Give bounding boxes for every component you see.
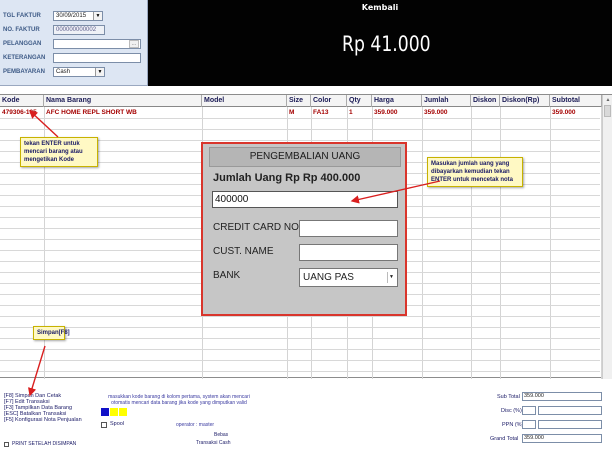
col-header-model[interactable]: Model: [202, 95, 287, 107]
spool-label: Spool: [110, 421, 125, 427]
tgl-faktur-row: TGL FAKTUR 30/09/2015 ▼: [3, 10, 103, 22]
pembayaran-value: Cash: [56, 69, 71, 75]
pembayaran-row: PEMBAYARAN Cash ▼: [3, 66, 105, 78]
amount-input[interactable]: 400000: [212, 191, 398, 208]
cell-model[interactable]: [202, 107, 287, 118]
pembayaran-label: PEMBAYARAN: [3, 69, 45, 75]
enter-hint-note: tekan ENTER untuk mencari barang atau me…: [20, 137, 98, 167]
yellow-color-swatch: [110, 408, 118, 416]
input-hint-text: masukkan kode barang di kolom pertama, s…: [108, 394, 250, 406]
bank-select[interactable]: UANG PAS ▼: [299, 268, 398, 287]
no-faktur-row: NO. FAKTUR 000000000002: [3, 24, 105, 36]
chevron-down-icon[interactable]: ▼: [93, 12, 102, 20]
print-checkbox[interactable]: [4, 442, 9, 447]
grid-header: Kode Nama Barang Model Size Color Qty Ha…: [0, 95, 612, 107]
grid-row-line: [0, 316, 600, 317]
disc-label: Disc (%): [501, 408, 522, 414]
no-faktur-value: 000000000002: [56, 27, 97, 33]
footer-panel: [F8] Simpan Dan Cetak [F7] Edit Transaks…: [0, 380, 612, 449]
disc-percent-field[interactable]: [522, 406, 536, 415]
scroll-thumb[interactable]: [604, 105, 611, 117]
col-header-color[interactable]: Color: [311, 95, 347, 107]
pelanggan-lookup-button[interactable]: ...: [129, 40, 139, 48]
col-header-jumlah[interactable]: Jumlah: [422, 95, 471, 107]
keterangan-row: KETERANGAN: [3, 52, 141, 64]
col-header-diskon-rp[interactable]: Diskon(Rp): [500, 95, 550, 107]
keterangan-label: KETERANGAN: [3, 55, 46, 61]
yellow-color-swatch: [119, 408, 127, 416]
credit-card-input[interactable]: [299, 220, 398, 237]
cell-diskon[interactable]: [471, 107, 500, 118]
grid-scrollbar[interactable]: ▲: [602, 95, 612, 379]
cell-harga[interactable]: 359.000: [372, 107, 422, 118]
ppn-percent-field[interactable]: [522, 420, 536, 429]
cell-color[interactable]: FA13: [311, 107, 347, 118]
cust-name-input[interactable]: [299, 244, 398, 261]
dialog-title: PENGEMBALIAN UANG: [209, 147, 401, 167]
tgl-faktur-value: 30/09/2015: [56, 13, 87, 19]
bank-label: BANK: [213, 270, 241, 281]
grid-row-line: [0, 338, 600, 339]
chevron-down-icon[interactable]: ▼: [95, 68, 104, 76]
col-header-kode[interactable]: Kode: [0, 95, 44, 107]
pelanggan-field[interactable]: ...: [53, 39, 141, 49]
cell-diskon-rp[interactable]: [500, 107, 550, 118]
invoice-form-panel: TGL FAKTUR 30/09/2015 ▼ NO. FAKTUR 00000…: [0, 0, 148, 86]
keterangan-field[interactable]: [53, 53, 141, 63]
cell-kode[interactable]: 479306-105: [0, 107, 44, 118]
grid-row-line: [0, 327, 600, 328]
refund-dialog: PENGEMBALIAN UANG Jumlah Uang Rp Rp 400.…: [201, 142, 407, 316]
cell-qty[interactable]: 1: [347, 107, 372, 118]
bebas-label: Bebas: [214, 432, 229, 438]
col-header-qty[interactable]: Qty: [347, 95, 372, 107]
ppn-label: PPN (%): [502, 422, 524, 428]
col-header-subtotal[interactable]: Subtotal: [550, 95, 602, 107]
blue-color-swatch: [101, 408, 109, 416]
grid-row-line: [0, 349, 600, 350]
cell-subtotal[interactable]: 359.000: [550, 107, 602, 118]
col-header-nama-barang[interactable]: Nama Barang: [44, 95, 202, 107]
grid-row-line: [0, 118, 600, 119]
operator-label: operator : master: [176, 422, 215, 428]
credit-card-label: CREDIT CARD NO.: [213, 222, 302, 233]
no-faktur-field[interactable]: 000000000002: [53, 25, 105, 35]
cell-size[interactable]: M: [287, 107, 311, 118]
pelanggan-label: PELANGGAN: [3, 41, 42, 47]
cell-jumlah[interactable]: 359.000: [422, 107, 471, 118]
transaksi-label: Transaksi Cash: [196, 440, 231, 446]
print-label: PRINT SETELAH DISIMPAN: [12, 441, 77, 447]
jumlah-uang-label: Jumlah Uang Rp Rp 400.000: [213, 172, 361, 184]
grid-row-line: [0, 360, 600, 361]
kembali-title: Kembali: [361, 3, 399, 12]
spool-checkbox[interactable]: [101, 422, 107, 428]
bank-value: UANG PAS: [303, 272, 354, 283]
simpan-hint-note: Simpan[F8]: [33, 326, 70, 340]
cell-nama-barang[interactable]: AFC HOME REPL SHORT WB: [44, 107, 202, 118]
grid-row-line: [0, 371, 600, 372]
col-header-size[interactable]: Size: [287, 95, 311, 107]
cust-name-label: CUST. NAME: [213, 246, 274, 257]
ppn-amount-field[interactable]: [538, 420, 602, 429]
change-display-panel: Kembali Rp 41.000: [148, 0, 612, 86]
grand-total-label: Grand Total: [490, 436, 519, 442]
pembayaran-select[interactable]: Cash ▼: [53, 67, 105, 77]
no-faktur-label: NO. FAKTUR: [3, 27, 40, 33]
chevron-down-icon[interactable]: ▼: [387, 272, 395, 283]
col-header-harga[interactable]: Harga: [372, 95, 422, 107]
tgl-faktur-label: TGL FAKTUR: [3, 13, 41, 19]
amount-hint-note: Masukan jumlah uang yang dibayarkan kemu…: [427, 157, 523, 187]
disc-amount-field[interactable]: [538, 406, 602, 415]
col-header-diskon[interactable]: Diskon: [471, 95, 500, 107]
kembali-amount: Rp 41.000: [342, 32, 431, 56]
shortcut-konfigurasi: [F5] Konfigurasi Nota Penjualan: [4, 417, 82, 423]
sub-total-label: Sub Total: [497, 394, 520, 400]
tgl-faktur-date-picker[interactable]: 30/09/2015 ▼: [53, 11, 103, 21]
sub-total-field[interactable]: 359.000: [522, 392, 602, 401]
pelanggan-row: PELANGGAN ...: [3, 38, 141, 50]
grid-row-line: [0, 129, 600, 130]
scroll-up-icon[interactable]: ▲: [604, 96, 612, 104]
grand-total-field[interactable]: 359.000: [522, 434, 602, 443]
